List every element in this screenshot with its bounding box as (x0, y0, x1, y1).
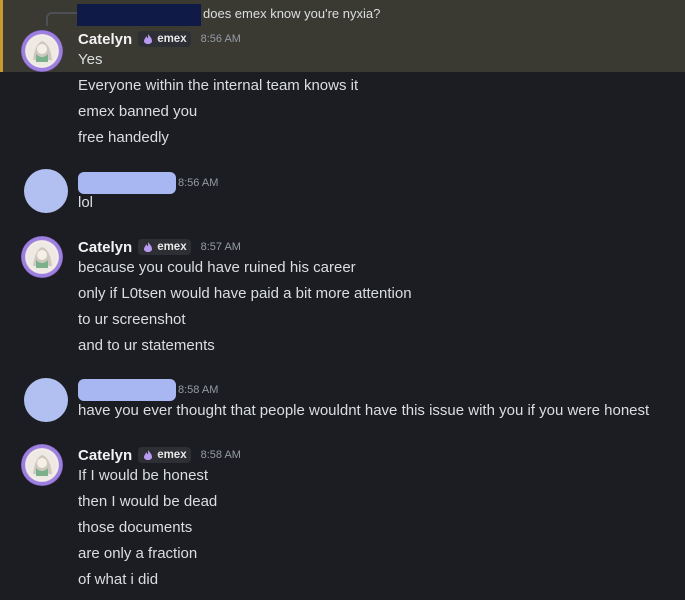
message-text: are only a fraction (78, 545, 198, 562)
avatar[interactable] (21, 236, 63, 278)
flame-icon (144, 450, 153, 460)
message-text: and to ur statements (78, 337, 215, 354)
timestamp[interactable]: 8:57 AM (201, 241, 241, 253)
avatar-redacted[interactable] (24, 378, 68, 422)
message-text: free handedly (78, 129, 169, 146)
message-text: of what i did (78, 571, 159, 588)
reply-connector (46, 12, 78, 26)
message-text: because you could have ruined his career (78, 259, 356, 276)
message-text: Yes (78, 51, 103, 68)
avatar-image-icon (21, 236, 63, 278)
author-name[interactable]: Catelyn (78, 239, 132, 256)
flame-icon (144, 242, 153, 252)
avatar[interactable] (21, 30, 63, 72)
reply-preview-text[interactable]: does emex know you're nyxia? (203, 6, 380, 21)
message-text: If I would be honest (78, 467, 209, 484)
message-text: to ur screenshot (78, 311, 186, 328)
avatar-image-icon (21, 444, 63, 486)
server-tag-label: emex (157, 33, 187, 45)
author-name[interactable]: Catelyn (78, 447, 132, 464)
timestamp[interactable]: 8:56 AM (201, 33, 241, 45)
timestamp[interactable]: 8:56 AM (178, 177, 218, 189)
flame-icon (144, 34, 153, 44)
redacted-reply-author (77, 4, 201, 26)
timestamp[interactable]: 8:58 AM (201, 449, 241, 461)
message-header: Catelyn emex 8:58 AM (78, 445, 241, 465)
message-text: emex banned you (78, 103, 198, 120)
message-text: have you ever thought that people wouldn… (78, 402, 650, 419)
message-text: lol (78, 194, 94, 211)
message-text: those documents (78, 519, 193, 536)
chat-log: does emex know you're nyxia? Catelyn eme… (0, 0, 685, 600)
author-name[interactable]: Catelyn (78, 31, 132, 48)
server-tag[interactable]: emex (138, 239, 191, 255)
message-header: Catelyn emex 8:56 AM (78, 29, 241, 49)
server-tag-label: emex (157, 241, 187, 253)
message-text: Everyone within the internal team knows … (78, 77, 359, 94)
message-text: then I would be dead (78, 493, 218, 510)
redacted-author-name (78, 172, 176, 194)
redacted-author-name (78, 379, 176, 401)
avatar-redacted[interactable] (24, 169, 68, 213)
avatar[interactable] (21, 444, 63, 486)
message-text: only if L0tsen would have paid a bit mor… (78, 285, 412, 302)
server-tag[interactable]: emex (138, 447, 191, 463)
avatar-image-icon (21, 30, 63, 72)
message-header: Catelyn emex 8:57 AM (78, 237, 241, 257)
server-tag-label: emex (157, 449, 187, 461)
server-tag[interactable]: emex (138, 31, 191, 47)
timestamp[interactable]: 8:58 AM (178, 384, 218, 396)
